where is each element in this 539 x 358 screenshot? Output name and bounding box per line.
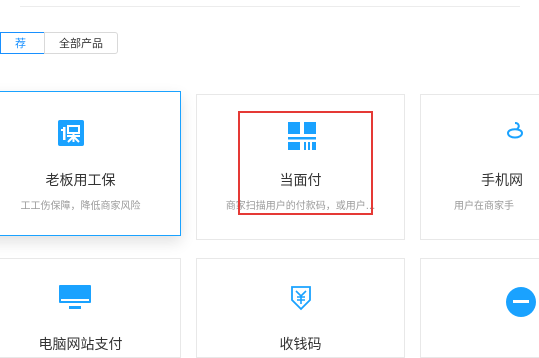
product-title: 手机网 (481, 173, 523, 189)
product-title: 电脑网站支付 (38, 337, 123, 353)
product-card-dangmianfu[interactable]: 当面付 商家扫描用户的付款码，或用户... (196, 94, 405, 240)
top-divider (20, 6, 520, 7)
product-desc: 商家扫描用户的付款码，或用户... (225, 201, 376, 212)
product-card-shouqianma[interactable]: 收钱码 (196, 258, 405, 358)
yen-receipt-icon (291, 286, 311, 311)
qr-barcode-icon (288, 122, 316, 150)
add-circle-icon[interactable] (506, 287, 536, 317)
monitor-icon (59, 285, 91, 309)
product-title: 老板用工保 (45, 173, 116, 189)
product-card-shouji-wangzhan[interactable]: 手机网 用户在商家手 (420, 94, 539, 240)
product-title: 收钱码 (279, 337, 322, 353)
tab-all-products[interactable]: 全部产品 (44, 32, 118, 54)
shield-document-icon (58, 120, 84, 146)
tab-recommended[interactable]: 荐 (0, 32, 44, 54)
product-desc: 工工伤保障，降低商家风险 (20, 201, 141, 212)
phone-payment-icon (506, 122, 524, 139)
product-card-diannao-wangzhan[interactable]: 电脑网站支付 (0, 258, 181, 358)
product-card-laoban-yonggongbao[interactable]: 老板用工保 工工伤保障，降低商家风险 (0, 91, 181, 236)
product-title: 当面付 (279, 173, 322, 189)
product-desc: 用户在商家手 (454, 201, 514, 212)
product-tabs: 荐 全部产品 (0, 32, 118, 56)
